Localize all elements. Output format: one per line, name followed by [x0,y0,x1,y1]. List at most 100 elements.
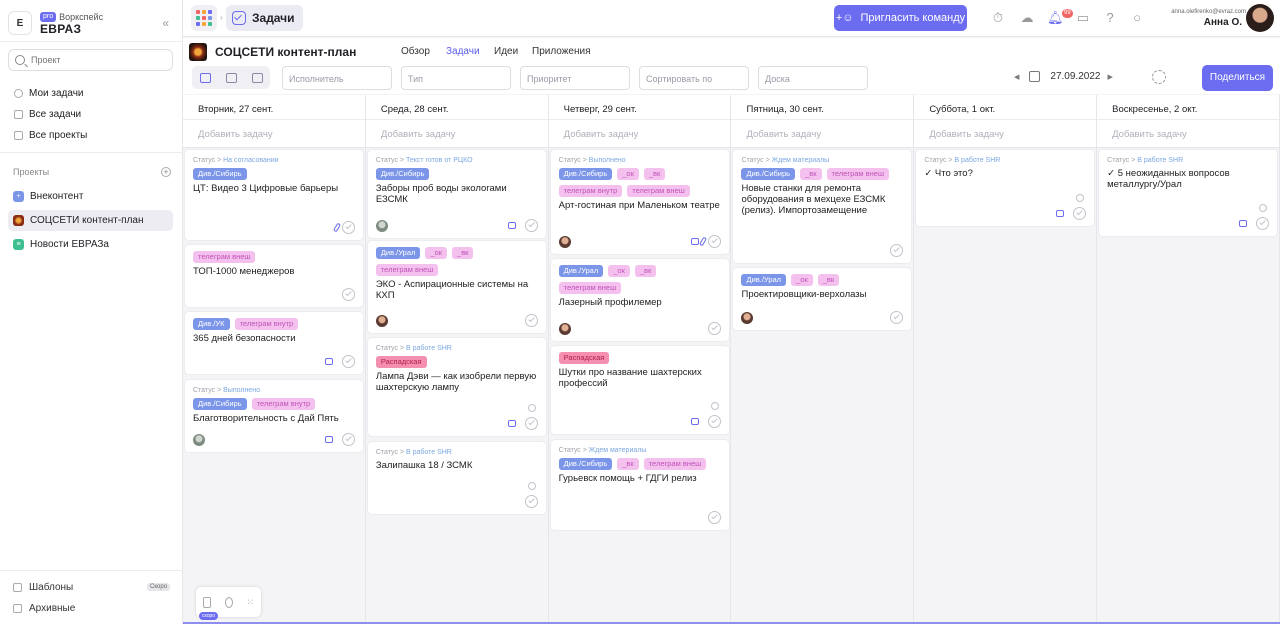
drag-handle-icon[interactable]: ⁙ [247,597,255,608]
add-task-button[interactable]: Добавить задачу [183,120,365,148]
task-title[interactable]: Шутки про название шахтерских профессий [559,367,721,389]
project-item-vnekontent[interactable]: + Внеконтент [8,186,173,207]
task-card[interactable]: Статус > Выполнено Див./Сибирь _ок _вк телег… [550,150,729,254]
tag[interactable]: _вк [634,265,657,277]
task-title[interactable]: Проектировщики-верхолазы [741,289,903,300]
comment-icon[interactable] [325,436,333,443]
comment-icon[interactable] [1056,210,1065,217]
add-task-button[interactable]: Добавить задачу [365,120,548,148]
project-search[interactable] [8,49,173,71]
filter-type[interactable]: Тип [401,66,511,90]
comment-icon[interactable] [690,238,699,245]
task-title[interactable]: 5 неожиданных вопросов металлургу/Урал [1107,168,1230,190]
search-input[interactable] [31,55,161,65]
current-date[interactable]: 27.09.2022 [1050,71,1100,82]
task-card[interactable]: телеграм внеш ТОП-1000 менеджеров [185,245,363,307]
tab-ideas[interactable]: Идеи [494,46,518,57]
settings-gear-icon[interactable] [1152,70,1166,84]
task-title[interactable]: ТОП-1000 менеджеров [193,266,355,277]
tag[interactable]: телеграм внутр [251,398,316,410]
task-title[interactable]: Гурьевск помощь + ГДГИ релиз [559,473,721,484]
add-task-button[interactable]: Добавить задачу [731,120,914,148]
task-title[interactable]: Что это? [935,168,973,179]
complete-task-icon[interactable] [524,219,538,232]
filter-sort[interactable]: Сортировать по [639,66,749,90]
tag[interactable]: телеграм внутр [234,318,299,330]
tag[interactable]: Див./УК [193,318,230,330]
complete-task-icon[interactable] [524,417,538,430]
complete-task-icon[interactable] [707,415,721,428]
tag[interactable]: телеграм внеш [375,264,439,276]
task-title[interactable]: Лампа Дэви — как изобрели первую шахтерс… [376,371,538,393]
tag[interactable]: Див./Урал [741,274,787,286]
tag[interactable]: Распадская [558,352,610,364]
tab-tasks[interactable]: Задачи [446,46,480,57]
help-icon[interactable]: ? [1102,10,1118,26]
complete-task-icon[interactable] [524,314,538,327]
comment-icon[interactable] [1239,220,1248,227]
collapse-sidebar-icon[interactable]: « [162,16,169,30]
complete-task-icon[interactable] [707,235,721,248]
complete-task-icon[interactable] [524,495,538,508]
task-card[interactable]: Статус > Выполнено Див./Сибирь телеграм вн… [185,380,363,452]
tag[interactable]: Див./Сибирь [741,168,796,180]
tag[interactable]: _вк [817,274,840,286]
complete-task-icon[interactable] [890,311,904,324]
complete-task-icon[interactable] [707,322,721,335]
tag[interactable]: телеграм внеш [193,251,256,263]
lightbulb-icon[interactable] [224,596,233,608]
tag[interactable]: Див./Урал [375,247,421,259]
tag[interactable]: телеграм внутр [558,185,623,197]
comment-icon[interactable] [325,358,333,365]
attachment-icon[interactable] [698,236,707,247]
complete-task-icon[interactable] [707,511,721,524]
tag[interactable]: Див./Сибирь [193,398,247,410]
task-title[interactable]: ЦТ: Видео 3 Цифровые барьеры [193,183,355,194]
search-icon[interactable]: ○ [1129,10,1145,26]
tab-apps[interactable]: Приложения [532,46,591,57]
workspace-switcher[interactable]: E pro Воркспейс ЕВРАЗ « [8,8,173,38]
task-title[interactable]: 365 дней безопасности [193,333,355,344]
task-title[interactable]: Заборы проб воды экологами ЕЗСМК [376,183,538,205]
tag[interactable]: _вк [617,458,639,470]
trash-icon[interactable] [202,596,211,608]
nav-all-tasks[interactable]: Все задачи [8,104,173,124]
task-card[interactable]: Див./Урал _ок _вк телеграм внеш Лазерный про… [550,259,729,341]
filter-board[interactable]: Доска [758,66,868,90]
task-card[interactable]: Статус > Ждем материалы Див./Сибирь _вк тел… [733,150,912,263]
assignee-avatar[interactable] [558,236,571,248]
task-card[interactable]: Статус > В работе SHR Распадская Лампа Дэв… [367,338,546,436]
team-icon[interactable]: ☁ [1019,10,1035,26]
task-title[interactable]: Лазерный профилемер [559,297,721,308]
comment-icon[interactable] [507,222,516,229]
task-card[interactable]: Див./УК телеграм внутр 365 дней безопаснос… [185,312,363,374]
tag[interactable]: Див./Сибирь [558,168,613,180]
task-title[interactable]: ✓ Что это? [924,168,1086,179]
tag[interactable]: телеграм внеш [643,458,707,470]
comment-icon[interactable] [690,418,699,425]
task-card[interactable]: Статус > Текст готов от РЦКО Див./Сибирь З… [367,150,546,238]
timer-icon[interactable]: ⏱ [990,10,1006,26]
task-card[interactable]: Статус > В работе SHR Залипашка 18 / ЗСМК [367,442,546,514]
complete-task-icon[interactable] [342,288,355,301]
assignee-avatar[interactable] [558,323,571,335]
assignee-avatar[interactable] [741,312,754,324]
nav-archive[interactable]: Архивные [13,603,75,614]
tag[interactable]: Див./Сибирь [193,168,247,180]
assignee-avatar[interactable] [375,315,388,327]
task-title[interactable]: ✓ 5 неожиданных вопросов металлургу/Урал [1107,168,1269,190]
filter-assignee[interactable]: Исполнитель [282,66,392,90]
task-card[interactable]: Распадская Шутки про название шахтерских … [550,346,729,434]
task-title[interactable]: Залипашка 18 / ЗСМК [376,460,538,471]
tag[interactable]: Распадская [375,356,427,368]
add-project-icon[interactable]: + [161,167,171,177]
complete-task-icon[interactable] [342,221,355,234]
add-task-button[interactable]: Добавить задачу [1097,120,1279,148]
tab-overview[interactable]: Обзор [401,46,430,57]
task-title[interactable]: Новые станки для ремонта оборудования в … [741,183,903,216]
nav-my-tasks[interactable]: Мои задачи [8,83,173,103]
chat-icon[interactable]: ▭ [1075,10,1091,26]
tag[interactable]: телеграм внеш [558,282,622,294]
list-view-icon[interactable] [225,72,237,83]
tag[interactable]: телеграм внеш [627,185,690,197]
